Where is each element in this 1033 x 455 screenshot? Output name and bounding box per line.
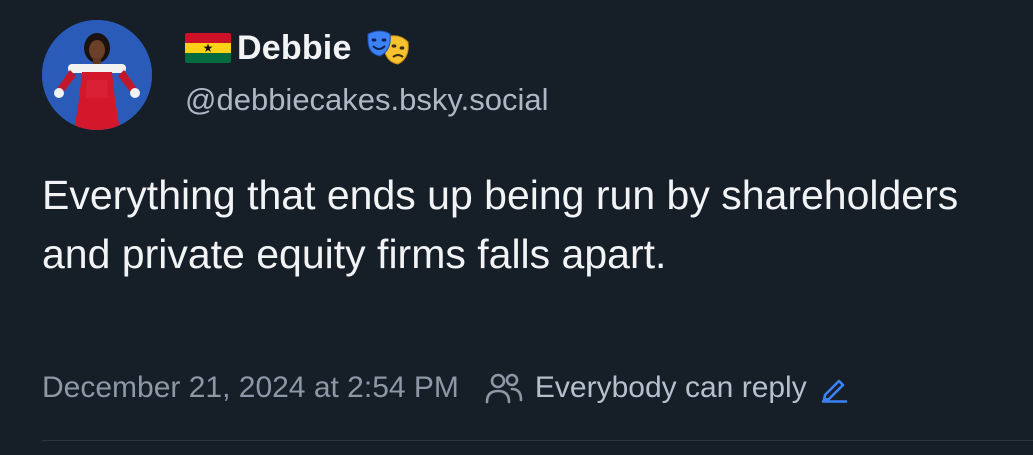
pencil-icon[interactable] bbox=[819, 373, 849, 403]
author-name-row[interactable]: ★ Debbie bbox=[185, 26, 412, 70]
post-timestamp[interactable]: December 21, 2024 at 2:54 PM bbox=[42, 371, 459, 405]
reply-setting-button[interactable]: Everybody can reply bbox=[483, 370, 849, 406]
post: ★ Debbie @debbiecakes.bsky.social Everyt… bbox=[0, 0, 1033, 455]
performing-arts-masks-icon bbox=[367, 30, 409, 65]
post-meta-row: December 21, 2024 at 2:54 PM Everybody c… bbox=[42, 366, 849, 410]
reply-setting-label: Everybody can reply bbox=[534, 371, 807, 404]
avatar-image bbox=[42, 20, 152, 130]
avatar[interactable] bbox=[42, 20, 152, 130]
people-icon bbox=[485, 373, 523, 404]
ghana-flag-icon: ★ bbox=[185, 33, 231, 63]
author-display-name: Debbie bbox=[237, 28, 352, 67]
author-handle[interactable]: @debbiecakes.bsky.social bbox=[185, 82, 548, 118]
divider bbox=[42, 440, 1033, 441]
post-body-text: Everything that ends up being run by sha… bbox=[42, 172, 959, 277]
